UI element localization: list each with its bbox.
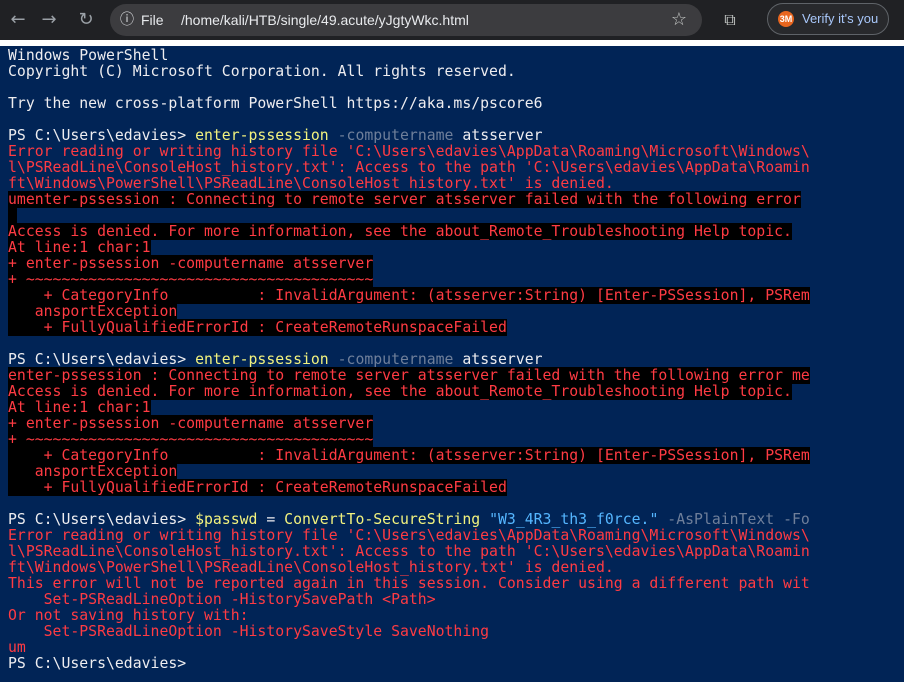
- error-text: + CategoryInfo : InvalidArgument: (atsse…: [8, 287, 810, 304]
- error-line: Or not saving history with:: [8, 607, 249, 624]
- error-line: Access is denied. For more information, …: [8, 223, 904, 240]
- error-line: ft\Windows\PowerShell\PSReadLine\Console…: [8, 559, 614, 576]
- prompt: PS C:\Users\edavies>: [8, 351, 196, 368]
- verify-button[interactable]: 3M Verify it's you: [767, 3, 889, 35]
- cmdlet-name: ConvertTo-SecureString: [284, 511, 481, 528]
- header-line: Windows PowerShell: [8, 48, 169, 64]
- assignment: =: [257, 511, 285, 528]
- error-text: + ~~~~~~~~~~~~~~~~~~~~~~~~~~~~~~~~~~~~~~…: [8, 271, 374, 288]
- error-line: Set-PSReadLineOption -HistorySaveStyle S…: [8, 623, 490, 640]
- error-line: At line:1 char:1: [8, 399, 904, 416]
- error-line: umenter-pssession : Connecting to remote…: [8, 191, 904, 208]
- error-line: + enter-pssession -computername atsserve…: [8, 255, 904, 272]
- error-text: Access is denied. For more information, …: [8, 383, 792, 400]
- back-arrow-icon[interactable]: ←: [6, 8, 30, 32]
- powershell-console[interactable]: Windows PowerShell Copyright (C) Microso…: [8, 48, 904, 682]
- error-line: ansportException: [8, 463, 904, 480]
- variable-name: $passwd: [195, 511, 258, 528]
- error-line: + enter-pssession -computername atsserve…: [8, 415, 904, 432]
- error-line: + CategoryInfo : InvalidArgument: (atsse…: [8, 287, 904, 304]
- error-text: enter-pssession : Connecting to remote s…: [8, 367, 810, 384]
- error-highlight: [8, 207, 17, 224]
- cmdlet-parameter: -AsPlainText -Fo: [667, 511, 810, 528]
- error-line: Set-PSReadLineOption -HistorySavePath <P…: [8, 591, 436, 608]
- error-line: enter-pssession : Connecting to remote s…: [8, 367, 904, 384]
- error-text: + FullyQualifiedErrorId : CreateRemoteRu…: [8, 479, 507, 496]
- error-line: + CategoryInfo : InvalidArgument: (atsse…: [8, 447, 904, 464]
- error-line: + ~~~~~~~~~~~~~~~~~~~~~~~~~~~~~~~~~~~~~~…: [8, 271, 904, 288]
- error-line: + FullyQualifiedErrorId : CreateRemoteRu…: [8, 479, 904, 496]
- error-text: + enter-pssession -computername atsserve…: [8, 255, 374, 272]
- star-icon[interactable]: ☆: [667, 8, 691, 32]
- extensions-icon[interactable]: ⧉: [718, 8, 742, 32]
- error-text: + enter-pssession -computername atsserve…: [8, 415, 374, 432]
- reload-icon[interactable]: ↻: [74, 8, 98, 32]
- error-line: um: [8, 639, 26, 656]
- error-line: Access is denied. For more information, …: [8, 383, 904, 400]
- cmdlet-argument: atsserver: [462, 351, 543, 368]
- blank-line: [8, 207, 904, 224]
- error-text: + CategoryInfo : InvalidArgument: (atsse…: [8, 447, 810, 464]
- error-text: umenter-pssession : Connecting to remote…: [8, 191, 801, 208]
- error-line: + ~~~~~~~~~~~~~~~~~~~~~~~~~~~~~~~~~~~~~~…: [8, 431, 904, 448]
- error-line: l\PSReadLine\ConsoleHost_history.txt': A…: [8, 543, 810, 560]
- error-line: At line:1 char:1: [8, 239, 904, 256]
- command-line: PS C:\Users\edavies> enter-pssession -co…: [8, 128, 904, 144]
- site-info-icon[interactable]: ⓘ: [116, 9, 138, 31]
- cmdlet-name: enter-pssession: [195, 351, 329, 368]
- forward-arrow-icon[interactable]: →: [37, 8, 61, 32]
- error-line: l\PSReadLine\ConsoleHost_history.txt': A…: [8, 159, 810, 176]
- error-text: + FullyQualifiedErrorId : CreateRemoteRu…: [8, 319, 507, 336]
- error-text: Access is denied. For more information, …: [8, 223, 792, 240]
- profile-logo-icon: 3M: [778, 11, 794, 27]
- prompt: PS C:\Users\edavies>: [8, 511, 196, 528]
- error-line: ansportException: [8, 303, 904, 320]
- page-top-strip: [0, 40, 904, 46]
- command-line: PS C:\Users\edavies> $passwd = ConvertTo…: [8, 512, 904, 528]
- cmdlet-parameter: -computername: [337, 127, 454, 144]
- error-line: This error will not be reported again in…: [8, 575, 810, 592]
- error-line: Error reading or writing history file 'C…: [8, 143, 810, 160]
- error-text: At line:1 char:1: [8, 239, 151, 256]
- error-text: ansportException: [8, 303, 178, 320]
- url-text[interactable]: /home/kali/HTB/single/49.acute/yJgtyWkc.…: [181, 9, 469, 31]
- error-line: ft\Windows\PowerShell\PSReadLine\Console…: [8, 175, 614, 192]
- cmdlet-argument: atsserver: [462, 127, 543, 144]
- scheme-label: File: [141, 12, 164, 28]
- cmdlet-parameter: -computername: [337, 351, 454, 368]
- browser-toolbar: ← → ↻ ⓘ File /home/kali/HTB/single/49.ac…: [0, 0, 904, 40]
- error-line: Error reading or writing history file 'C…: [8, 527, 810, 544]
- header-line: Copyright (C) Microsoft Corporation. All…: [8, 63, 516, 80]
- error-text: At line:1 char:1: [8, 399, 151, 416]
- error-line: + FullyQualifiedErrorId : CreateRemoteRu…: [8, 319, 904, 336]
- final-prompt[interactable]: PS C:\Users\edavies>: [8, 656, 904, 672]
- error-text: ansportException: [8, 463, 178, 480]
- cmdlet-name: enter-pssession: [195, 127, 329, 144]
- command-line: PS C:\Users\edavies> enter-pssession -co…: [8, 352, 904, 368]
- prompt: PS C:\Users\edavies>: [8, 127, 196, 144]
- header-line: Try the new cross-platform PowerShell ht…: [8, 95, 543, 112]
- verify-label: Verify it's you: [802, 11, 879, 26]
- error-text: + ~~~~~~~~~~~~~~~~~~~~~~~~~~~~~~~~~~~~~~…: [8, 431, 374, 448]
- string-literal: "W3_4R3_th3_f0rce.": [489, 511, 659, 528]
